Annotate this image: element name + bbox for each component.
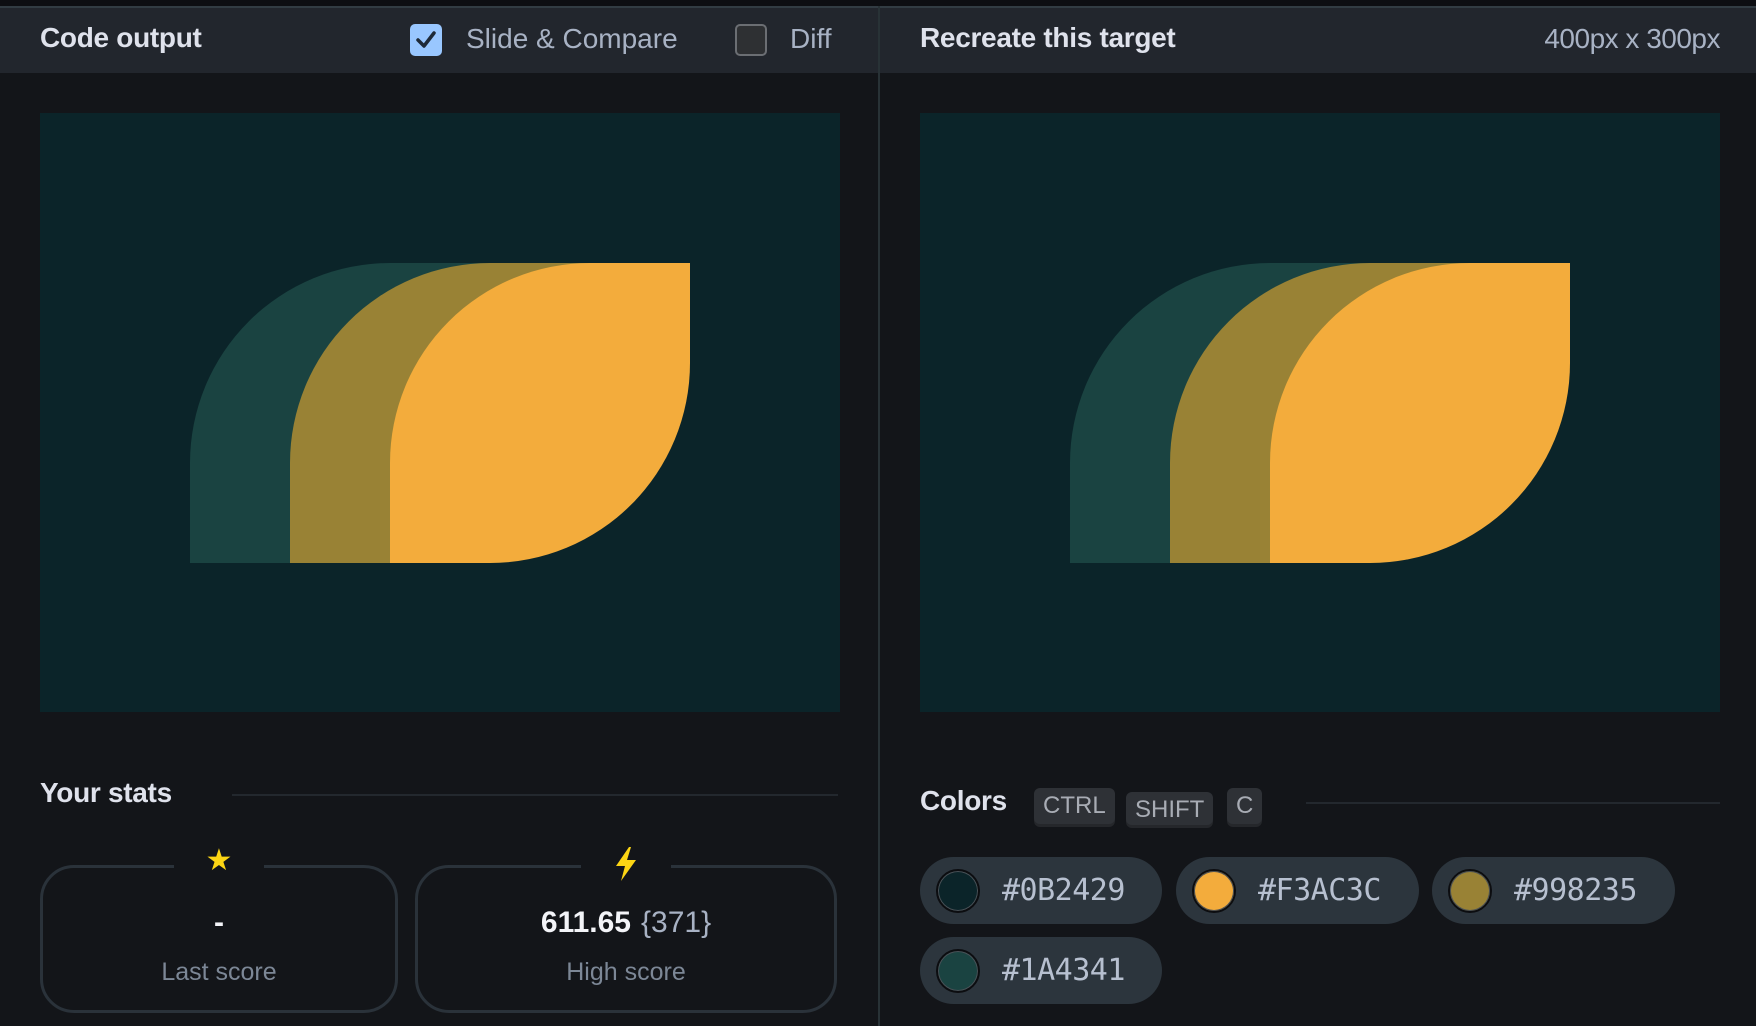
target-size: 400px x 300px (1544, 23, 1720, 54)
color-chip[interactable]: #998235 (1432, 857, 1675, 924)
target-header: Recreate this target 400px x 300px (880, 8, 1756, 73)
color-chip[interactable]: #0B2429 (920, 857, 1162, 924)
color-hex: #998235 (1514, 873, 1637, 908)
kbd-shift: SHIFT (1126, 792, 1214, 825)
star-icon: ★ (205, 844, 233, 877)
lightning-icon (613, 846, 639, 888)
color-chip[interactable]: #F3AC3C (1176, 857, 1419, 924)
kbd-ctrl: CTRL (1034, 788, 1115, 824)
high-score-count: {371} (641, 906, 712, 939)
slide-compare-label[interactable]: Slide & Compare (466, 23, 678, 55)
stats-divider (232, 794, 838, 796)
high-score-value: 611.65 {371} (418, 906, 834, 940)
colors-title: Colors (920, 785, 1007, 816)
diff-label[interactable]: Diff (790, 23, 832, 55)
diff-checkbox[interactable] (735, 24, 767, 56)
color-hex: #1A4341 (1002, 953, 1125, 988)
panel-divider[interactable] (878, 6, 880, 1026)
last-score-number: - (214, 906, 224, 939)
code-output-title: Code output (40, 22, 202, 53)
color-swatch (1448, 868, 1492, 913)
color-swatch (1192, 868, 1236, 913)
kbd-c: C (1227, 788, 1263, 824)
code-output-canvas[interactable] (40, 113, 840, 712)
color-chip[interactable]: #1A4341 (920, 937, 1162, 1004)
colors-divider (1306, 802, 1720, 804)
color-hex: #0B2429 (1002, 873, 1125, 908)
last-score-card: ★ - Last score (40, 846, 398, 1013)
last-score-label: Last score (161, 958, 277, 986)
color-swatch (936, 948, 980, 993)
target-title: Recreate this target (920, 22, 1176, 53)
target-canvas (920, 113, 1720, 712)
high-score-card: 611.65 {371} High score (415, 847, 837, 1013)
slide-compare-checkbox[interactable] (410, 24, 442, 56)
high-score-number: 611.65 (540, 906, 631, 939)
code-output-header: Code output Slide & Compare Diff (0, 8, 878, 73)
color-swatch (936, 868, 980, 913)
stats-title: Your stats (40, 777, 172, 808)
color-hex: #F3AC3C (1258, 873, 1381, 908)
last-score-value: - (43, 906, 395, 940)
checkmark-icon (416, 31, 436, 48)
high-score-label: High score (566, 958, 686, 986)
lightning-bolt-svg (616, 847, 636, 881)
